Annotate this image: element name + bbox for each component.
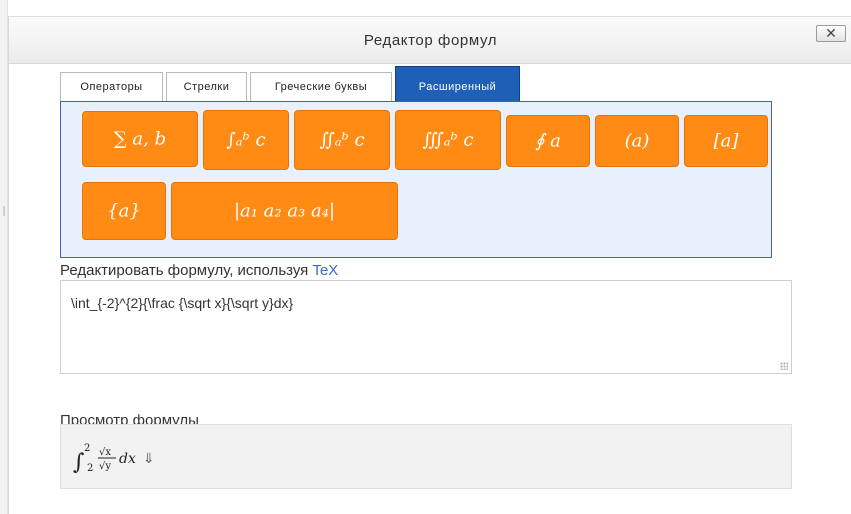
resize-grip-icon[interactable]	[780, 362, 788, 370]
tab-arrows[interactable]: Стрелки	[166, 72, 247, 102]
tab-greek-letters[interactable]: Греческие буквы	[250, 72, 392, 102]
integral-button[interactable]: ∫ₐᵇ c	[203, 110, 289, 170]
tab-operators[interactable]: Операторы	[60, 72, 163, 102]
preview-upper-limit: 2	[84, 443, 90, 454]
brackets-button[interactable]: [a]	[684, 115, 768, 167]
double-integral-button[interactable]: ∬ₐᵇ c	[294, 110, 390, 170]
triple-integral-button[interactable]: ∭ₐᵇ c	[395, 110, 501, 170]
editor-label: Редактировать формулу, используя TeX	[60, 262, 339, 279]
formula-preview: ∫ 2 2 √x √y dx ⇓	[60, 424, 792, 489]
tab-extended[interactable]: Расширенный	[395, 66, 520, 102]
contour-integral-button[interactable]: ∮ a	[506, 115, 590, 167]
operator-panel: ∑ a, b ∫ₐᵇ c ∬ₐᵇ c ∭ₐᵇ c ∮ a (a) [a] {a}…	[60, 101, 772, 258]
tex-editor-textarea[interactable]: \int_{-2}^{2}{\frac {\sqrt x}{\sqrt y}dx…	[60, 280, 792, 374]
preview-lower-limit: 2	[87, 463, 93, 474]
sum-button[interactable]: ∑ a, b	[82, 111, 198, 167]
parentheses-button[interactable]: (a)	[595, 115, 679, 167]
preview-differential: dx	[119, 451, 136, 467]
tex-link[interactable]: TeX	[312, 262, 338, 279]
background-tick	[3, 206, 5, 216]
dialog-title: Редактор формул	[363, 32, 498, 49]
formula-preview-render: ∫ 2 2 √x √y dx ⇓	[73, 443, 155, 475]
background-edge	[0, 0, 8, 514]
tex-editor-value: \int_{-2}^{2}{\frac {\sqrt x}{\sqrt y}dx…	[71, 295, 294, 311]
preview-denominator: √y	[99, 461, 111, 472]
double-down-arrow-icon: ⇓	[143, 451, 155, 467]
braces-button[interactable]: {a}	[82, 182, 166, 240]
preview-numerator: √x	[99, 447, 111, 458]
dialog-titlebar: Редактор формул ✕	[9, 16, 851, 64]
determinant-button[interactable]: |a₁ a₂ a₃ a₄|	[171, 182, 398, 240]
close-button[interactable]: ✕	[816, 25, 846, 42]
